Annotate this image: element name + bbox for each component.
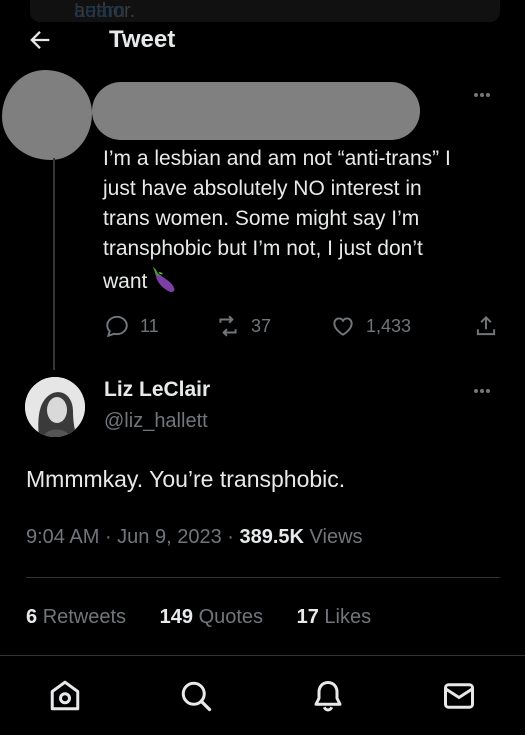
retweet-button[interactable]: 37 — [215, 312, 271, 340]
thread-connector — [53, 158, 55, 370]
retweet-count: 37 — [251, 315, 272, 336]
messages-icon[interactable] — [441, 678, 477, 714]
tweet-text: Mmmmkay. You’re transphobic. — [26, 466, 346, 492]
retweets-stat[interactable]: 6 Retweets — [26, 606, 126, 628]
tweet-meta: 9:04 AM · Jun 9, 2023 · 389.5K Views — [26, 526, 363, 548]
parent-tweet-text: I’m a lesbian and am not “anti-trans” I … — [103, 144, 513, 297]
notifications-icon[interactable] — [310, 678, 346, 714]
likes-label: Likes — [324, 606, 372, 628]
tweet-stats: 6 Retweets 149 Quotes 17 Likes — [26, 606, 399, 629]
divider — [26, 577, 500, 578]
user-handle[interactable]: @liz_hallett — [104, 410, 208, 433]
like-button[interactable]: 1,433 — [330, 312, 411, 340]
more-options-icon[interactable] — [474, 380, 492, 398]
page-title: Tweet — [109, 26, 176, 53]
reply-icon — [106, 315, 128, 338]
profile-photo — [25, 377, 85, 437]
bottom-nav — [0, 656, 525, 735]
redacted-avatar — [2, 70, 92, 160]
eggplant-icon — [153, 266, 175, 292]
more-options-icon[interactable] — [474, 84, 492, 102]
quotes-stat[interactable]: 149 Quotes — [160, 606, 263, 628]
display-name[interactable]: Liz LeClair — [104, 378, 210, 402]
top-notice: author. Learn more — [30, 0, 500, 22]
likes-stat[interactable]: 17 Likes — [297, 606, 372, 628]
learn-more-link[interactable]: Learn more — [74, 0, 125, 22]
reply-button[interactable]: 11 — [104, 312, 159, 340]
like-count: 1,433 — [366, 315, 412, 336]
share-icon — [476, 315, 496, 336]
tweet-time[interactable]: 9:04 AM — [26, 526, 99, 548]
retweets-count: 6 — [26, 606, 38, 628]
quotes-label: Quotes — [198, 606, 264, 628]
avatar[interactable] — [25, 377, 85, 437]
views-label: Views — [309, 526, 363, 548]
header: Tweet — [0, 22, 525, 62]
home-icon[interactable] — [47, 678, 83, 714]
tweet-date[interactable]: Jun 9, 2023 — [117, 526, 222, 548]
share-button[interactable] — [473, 312, 509, 340]
likes-count: 17 — [296, 606, 319, 628]
heart-icon — [333, 317, 353, 336]
reply-count: 11 — [140, 315, 159, 336]
views-count: 389.5K — [239, 526, 304, 548]
back-arrow-icon[interactable] — [26, 26, 54, 54]
retweets-label: Retweets — [42, 606, 127, 628]
redacted-name — [92, 82, 420, 140]
search-icon[interactable] — [178, 678, 214, 714]
quotes-count: 149 — [159, 606, 193, 628]
retweet-icon — [219, 315, 237, 337]
